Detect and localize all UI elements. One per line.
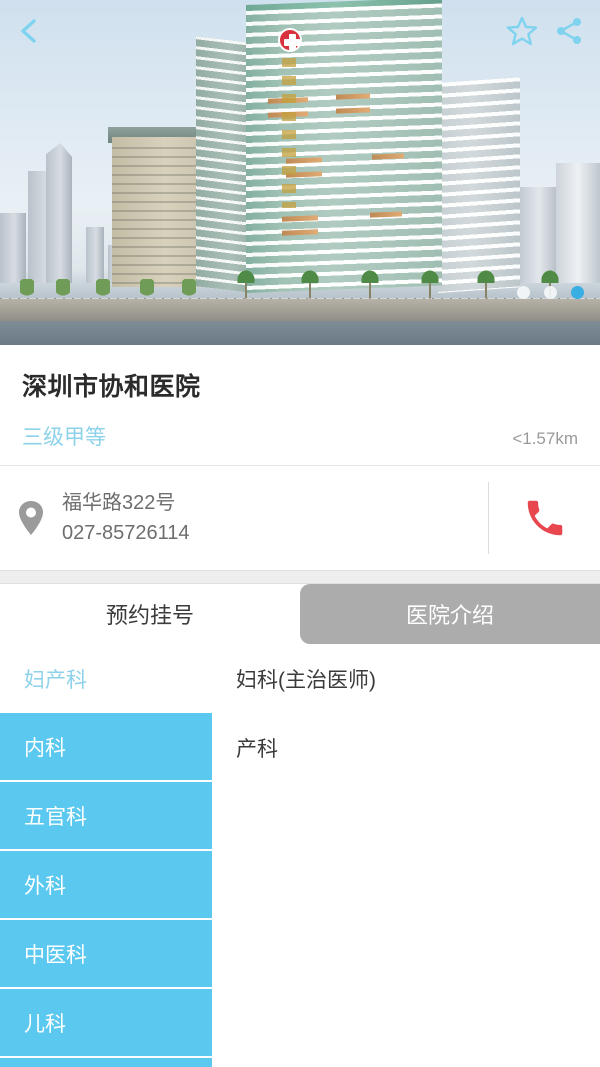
hospital-address-block[interactable]: 福华路322号 027-85726114 — [62, 488, 488, 548]
red-cross-medallion — [278, 28, 302, 52]
hospital-photo-carousel[interactable] — [0, 0, 600, 345]
carousel-dot[interactable] — [544, 286, 557, 299]
hospital-contact-row: 福华路322号 027-85726114 — [0, 466, 600, 570]
department-item-tcm[interactable]: 中医科 — [0, 920, 212, 989]
river-water — [0, 321, 600, 345]
skyline-building — [46, 143, 72, 283]
list-item[interactable]: 产科 — [236, 713, 600, 782]
department-item-internal[interactable]: 内科 — [0, 713, 212, 782]
favorite-button[interactable] — [505, 14, 539, 48]
detail-tabs: 预约挂号 医院介绍 — [0, 584, 600, 644]
hospital-address: 福华路322号 — [62, 492, 176, 514]
call-button[interactable] — [488, 482, 600, 554]
hospital-distance: <1.57km — [512, 429, 578, 448]
hospital-tower-wing-right — [438, 77, 520, 294]
hospital-tower-wing-left — [196, 36, 252, 294]
department-detail-list: 妇科(主治医师) 产科 — [212, 644, 600, 1067]
hospital-main-tower — [246, 3, 442, 294]
hospital-name: 深圳市协和医院 — [22, 373, 201, 401]
tree-row — [0, 269, 600, 301]
department-item-ent[interactable]: 五官科 — [0, 782, 212, 851]
vertical-hospital-signage — [282, 58, 296, 208]
hospital-grade-badge: 三级甲等 — [22, 426, 106, 449]
department-section: 妇产科 内科 五官科 外科 中医科 儿科 妇科(主治医师) 产科 — [0, 644, 600, 1067]
carousel-dots[interactable] — [517, 286, 584, 299]
department-item-surgery[interactable]: 外科 — [0, 851, 212, 920]
carousel-dot[interactable] — [517, 286, 530, 299]
department-item-pediatrics[interactable]: 儿科 — [0, 989, 212, 1058]
carousel-dot-active[interactable] — [571, 286, 584, 299]
hospital-phone: 027-85726114 — [62, 522, 190, 544]
skyline-building — [556, 163, 600, 283]
section-gap-band — [0, 570, 600, 584]
list-item[interactable]: 妇科(主治医师) — [236, 644, 600, 713]
share-button[interactable] — [552, 14, 586, 48]
phone-icon — [527, 500, 562, 536]
hospital-info-card: 深圳市协和医院 三级甲等 <1.57km — [0, 345, 600, 465]
hospital-meta-row: 三级甲等 <1.57km — [22, 421, 578, 451]
tab-appointment[interactable]: 预约挂号 — [0, 584, 300, 644]
map-pin-icon — [19, 501, 43, 535]
department-item-obgyn[interactable]: 妇产科 — [0, 644, 212, 713]
hospital-detail-screen: 深圳市协和医院 三级甲等 <1.57km 福华路322号 027-8572611… — [0, 0, 600, 1067]
chevron-left-icon — [21, 19, 36, 43]
location-pin-wrap — [0, 499, 62, 537]
waterfront-promenade — [0, 299, 600, 323]
back-button[interactable] — [12, 14, 46, 48]
department-list: 妇产科 内科 五官科 外科 中医科 儿科 — [0, 644, 212, 1067]
share-icon — [557, 18, 581, 44]
tab-hospital-intro[interactable]: 医院介绍 — [300, 584, 600, 644]
star-outline-icon — [506, 16, 538, 46]
